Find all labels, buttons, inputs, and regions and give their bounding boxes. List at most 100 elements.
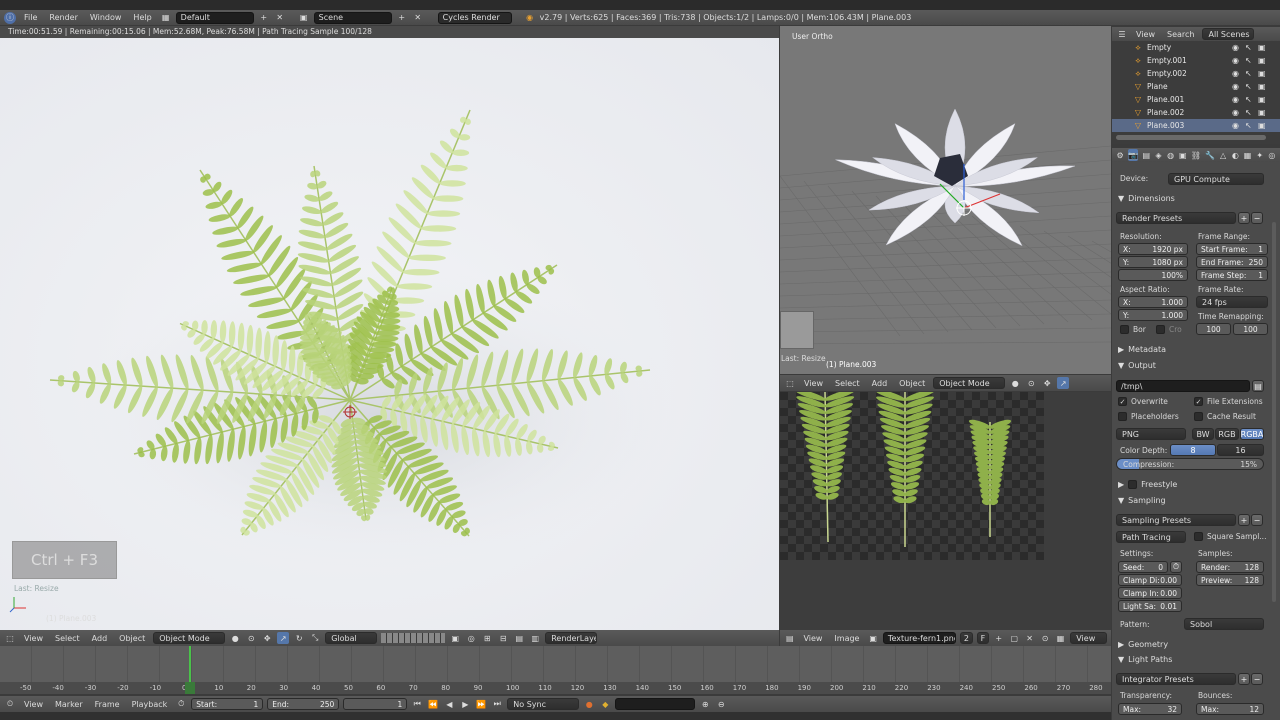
world-tab-icon[interactable]: ◍ — [1167, 149, 1175, 161]
bounces-max-field[interactable]: Max: 12 — [1196, 703, 1264, 715]
current-frame-field[interactable]: 1 — [343, 698, 408, 710]
outliner-display-mode[interactable]: All Scenes — [1202, 28, 1255, 40]
properties-panel[interactable]: Device: GPU Compute ▼ Dimensions Render P… — [1112, 162, 1280, 720]
camera-icon[interactable]: ▣ — [1258, 43, 1266, 52]
dimensions-panel-header[interactable]: ▼ Dimensions — [1118, 191, 1175, 205]
light-paths-panel-header[interactable]: ▼ Light Paths — [1118, 652, 1172, 666]
object-tab-icon[interactable]: ▣ — [1179, 149, 1187, 161]
layout-add-icon[interactable]: + — [258, 12, 270, 24]
image-menu-view[interactable]: View — [799, 634, 826, 643]
outliner-item[interactable]: ▽ Plane ◉ ↖ ▣ — [1112, 80, 1280, 93]
render-presets-remove-icon[interactable]: − — [1251, 212, 1263, 224]
sampling-presets-add-icon[interactable]: + — [1238, 514, 1250, 526]
editor-type-icon[interactable]: ⓘ — [4, 11, 16, 24]
image-open-icon[interactable]: ▢ — [1009, 632, 1020, 644]
eye-icon[interactable]: ◉ — [1232, 56, 1239, 65]
sampling-panel-header[interactable]: ▼ Sampling — [1118, 493, 1166, 507]
layer-buttons[interactable] — [381, 633, 446, 643]
render-presets-add-icon[interactable]: + — [1238, 212, 1250, 224]
menu-object[interactable]: Object — [115, 634, 149, 643]
frame-step[interactable]: Frame Step: 1 — [1196, 269, 1268, 281]
layout-grid-icon[interactable]: ▦ — [160, 12, 172, 24]
opengl-render-icon[interactable]: ▤ — [513, 632, 525, 644]
ortho-pivot-icon[interactable]: ⊙ — [1025, 377, 1037, 389]
ortho-editor-icon[interactable]: ⬚ — [784, 377, 796, 389]
particles-tab-icon[interactable]: ✦ — [1256, 149, 1264, 161]
light-sampling-field[interactable]: Light Sa: 0.01 — [1118, 600, 1182, 612]
outliner-menu-view[interactable]: View — [1132, 30, 1159, 39]
animated-seed-icon[interactable]: ⏱ — [1170, 561, 1182, 573]
image-view-mode[interactable]: View — [1070, 632, 1108, 644]
sync-mode-selector[interactable]: No Sync — [507, 698, 580, 710]
image-users[interactable]: 2 — [959, 632, 973, 644]
camera-icon[interactable]: ▣ — [1258, 121, 1266, 130]
ortho-last-operator[interactable]: Last: Resize — [781, 354, 826, 363]
material-tab-icon[interactable]: ◐ — [1231, 149, 1239, 161]
outliner-item[interactable]: ⟡ Empty.001 ◉ ↖ ▣ — [1112, 54, 1280, 67]
pivot-icon[interactable]: ⊙ — [245, 632, 257, 644]
tl-menu-marker[interactable]: Marker — [51, 700, 87, 709]
eye-icon[interactable]: ◉ — [1232, 82, 1239, 91]
compression-slider[interactable]: Compression: 15% — [1116, 458, 1264, 470]
render-layers-tab-icon[interactable]: ▤ — [1142, 149, 1150, 161]
translate-icon[interactable]: ↗ — [277, 632, 290, 644]
start-frame-field[interactable]: Start: 1 — [191, 698, 264, 710]
remap-old[interactable]: 100 — [1196, 323, 1231, 335]
menu-render[interactable]: Render — [45, 13, 81, 22]
integrator-presets[interactable]: Integrator Presets — [1116, 673, 1236, 685]
outliner-menu-search[interactable]: Search — [1163, 30, 1198, 39]
opengl-anim-icon[interactable]: ▥ — [529, 632, 541, 644]
ortho-menu-object[interactable]: Object — [895, 379, 929, 388]
output-panel-header[interactable]: ▼ Output — [1118, 358, 1156, 372]
layout-selector[interactable]: Default — [175, 11, 254, 24]
output-path-field[interactable]: /tmp\ — [1116, 380, 1250, 392]
color-bw-button[interactable]: BW — [1192, 428, 1214, 440]
ortho-menu-select[interactable]: Select — [831, 379, 864, 388]
outliner-item[interactable]: ⟡ Empty.002 ◉ ↖ ▣ — [1112, 67, 1280, 80]
image-name-field[interactable]: Texture-fern1.png — [882, 632, 956, 644]
outliner-item[interactable]: ⟡ Empty ◉ ↖ ▣ — [1112, 41, 1280, 54]
color-depth-16[interactable]: 16 — [1217, 444, 1264, 456]
ortho-mode-selector[interactable]: Object Mode — [933, 377, 1006, 389]
render-samples-field[interactable]: Render: 128 — [1196, 561, 1264, 573]
camera-icon[interactable]: ▣ — [1258, 56, 1266, 65]
scene-tab-icon[interactable]: ◈ — [1154, 149, 1162, 161]
jump-start-icon[interactable]: ⏮ — [411, 698, 423, 710]
outliner-scrollbar[interactable] — [1116, 135, 1266, 140]
camera-icon[interactable]: ▣ — [1258, 69, 1266, 78]
timeline-area[interactable] — [0, 646, 1111, 682]
scene-selector[interactable]: Scene — [313, 11, 392, 24]
device-selector[interactable]: GPU Compute — [1168, 173, 1264, 185]
image-unlink-icon[interactable]: ✕ — [1024, 632, 1035, 644]
render-layer-selector[interactable]: RenderLayer — [545, 632, 598, 644]
integrator-presets-remove-icon[interactable]: − — [1251, 673, 1263, 685]
image-menu-image[interactable]: Image — [830, 634, 863, 643]
outliner-list[interactable]: ⟡ Empty ◉ ↖ ▣ ⟡ Empty.001 ◉ ↖ ▣ ⟡ Empty.002 ◉ ↖ ▣ ▽ Plan… — [1112, 41, 1280, 144]
resolution-percentage[interactable]: 100% — [1118, 269, 1188, 281]
ortho-shading-icon[interactable]: ● — [1009, 377, 1021, 389]
aspect-y[interactable]: Y: 1.000 — [1118, 309, 1188, 321]
sampling-presets-remove-icon[interactable]: − — [1251, 514, 1263, 526]
scene-add-icon[interactable]: + — [396, 12, 408, 24]
timeline-editor-icon[interactable]: ⏲ — [4, 698, 16, 710]
file-extensions-checkbox[interactable]: ✓ — [1194, 397, 1203, 406]
outliner-editor-icon[interactable]: ☰ — [1116, 28, 1128, 40]
proportional-edit-icon[interactable]: ◎ — [465, 632, 477, 644]
eye-icon[interactable]: ◉ — [1232, 95, 1239, 104]
mode-selector[interactable]: Object Mode — [153, 632, 226, 644]
menu-select[interactable]: Select — [51, 634, 84, 643]
cursor-icon[interactable]: ↖ — [1245, 56, 1252, 65]
menu-add[interactable]: Add — [88, 634, 112, 643]
color-rgba-button[interactable]: RGBA — [1240, 428, 1264, 440]
record-icon[interactable]: ● — [583, 698, 595, 710]
menu-help[interactable]: Help — [129, 13, 155, 22]
outliner-item[interactable]: ▽ Plane.002 ◉ ↖ ▣ — [1112, 106, 1280, 119]
insert-key-icon[interactable]: ⊕ — [699, 698, 711, 710]
cursor-icon[interactable]: ↖ — [1245, 43, 1252, 52]
end-frame[interactable]: End Frame: 250 — [1196, 256, 1268, 268]
layout-close-icon[interactable]: ✕ — [274, 12, 286, 24]
sampling-method-selector[interactable]: Path Tracing — [1116, 531, 1186, 543]
eye-icon[interactable]: ◉ — [1232, 43, 1239, 52]
render-tab-icon[interactable]: 📷 — [1128, 149, 1139, 161]
preview-range-icon[interactable]: ⏱ — [175, 698, 187, 710]
